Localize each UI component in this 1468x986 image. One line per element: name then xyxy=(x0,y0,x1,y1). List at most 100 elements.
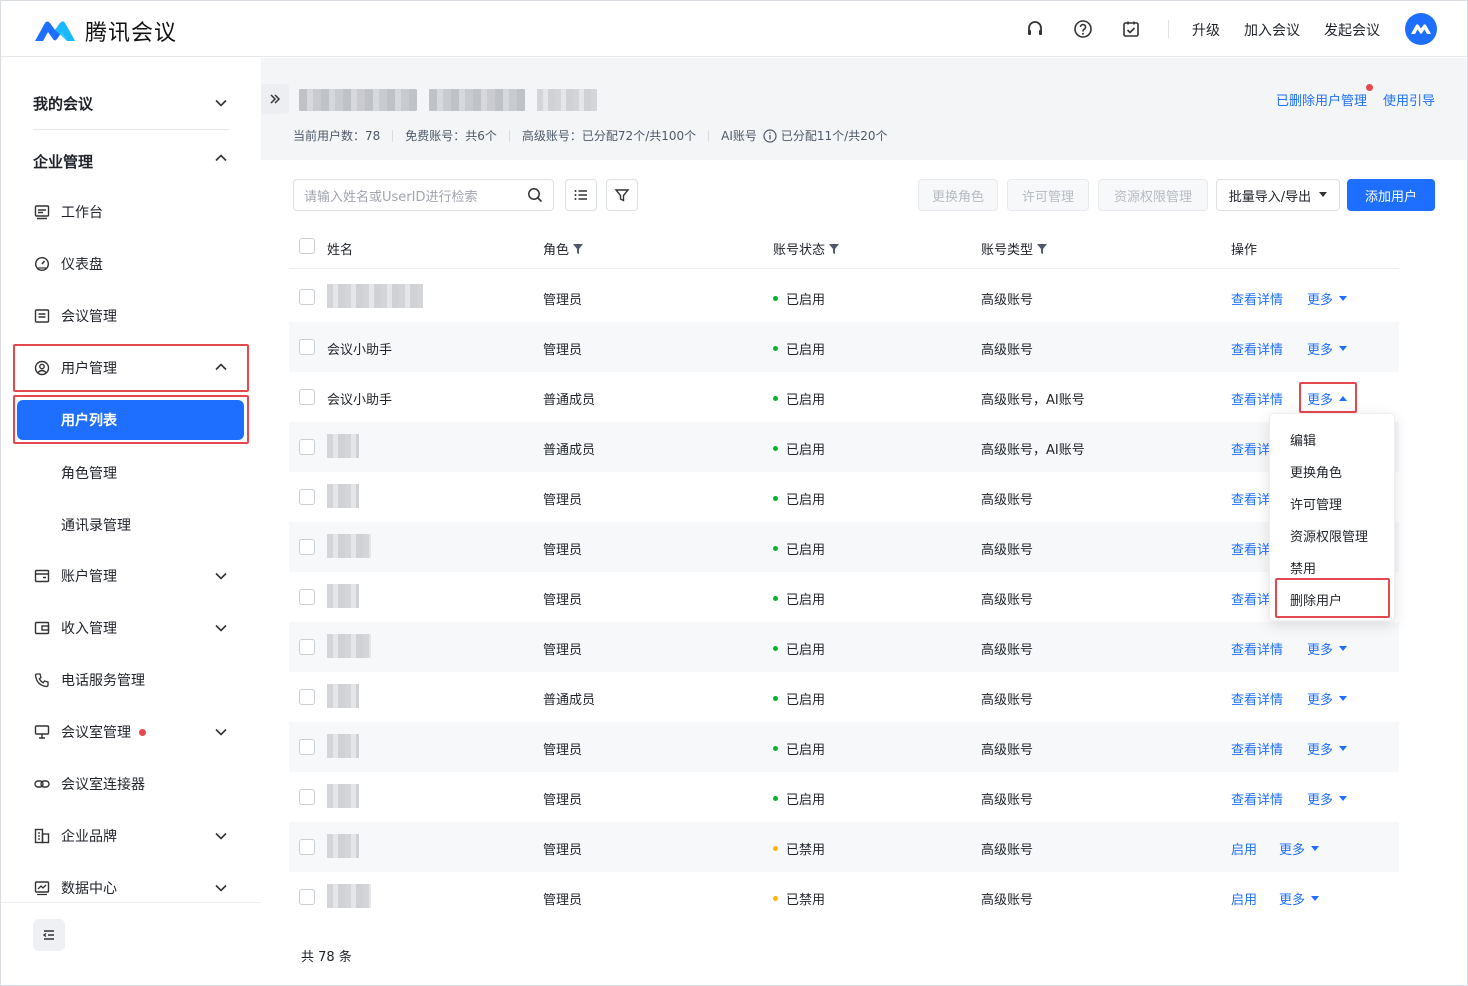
batch-import-export-button[interactable]: 批量导入/导出 xyxy=(1216,179,1340,211)
row-checkbox[interactable] xyxy=(299,439,315,455)
sidebar-item-meeting-management[interactable]: 会议管理 xyxy=(33,303,233,329)
table-row[interactable]: 管理员 已禁用 高级账号 启用 更多 xyxy=(289,822,1399,872)
more-button[interactable]: 更多 xyxy=(1307,739,1348,758)
search-input[interactable]: 请输入姓名或UserID进行检索 xyxy=(293,179,554,211)
row-checkbox[interactable] xyxy=(299,789,315,805)
view-details-link[interactable]: 查看详情 xyxy=(1231,639,1283,658)
more-button[interactable]: 更多 xyxy=(1279,889,1320,908)
chevron-down-icon[interactable] xyxy=(213,620,229,636)
view-details-link[interactable]: 查看详 xyxy=(1231,539,1270,558)
view-details-link[interactable]: 查看详 xyxy=(1231,439,1270,458)
sidebar-collapse-button[interactable] xyxy=(33,919,65,951)
sidebar-item-data-center[interactable]: 数据中心 xyxy=(33,875,233,901)
row-checkbox[interactable] xyxy=(299,639,315,655)
view-details-link[interactable]: 查看详情 xyxy=(1231,289,1283,308)
sidebar-item-account-management[interactable]: 账户管理 xyxy=(33,563,233,589)
more-button[interactable]: 更多 xyxy=(1279,839,1320,858)
info-icon[interactable] xyxy=(763,128,777,143)
view-details-link[interactable]: 查看详情 xyxy=(1231,739,1283,758)
expand-sidebar-button[interactable] xyxy=(261,84,289,114)
sidebar-item-dashboard[interactable]: 仪表盘 xyxy=(33,251,233,277)
upgrade-link[interactable]: 升级 xyxy=(1192,20,1220,40)
more-button[interactable]: 更多 xyxy=(1307,789,1348,808)
chevron-up-icon[interactable] xyxy=(213,150,229,166)
menu-item-edit[interactable]: 编辑 xyxy=(1290,430,1316,449)
sidebar-item-role-management[interactable]: 角色管理 xyxy=(61,463,117,483)
chevron-down-icon[interactable] xyxy=(213,568,229,584)
sidebar-item-room-connector[interactable]: 会议室连接器 xyxy=(33,771,233,797)
view-details-link[interactable]: 查看详情 xyxy=(1231,789,1283,808)
filter-button[interactable] xyxy=(606,179,638,211)
view-details-link[interactable]: 查看详情 xyxy=(1231,689,1283,708)
more-button[interactable]: 更多 xyxy=(1307,339,1348,358)
more-button[interactable]: 更多 xyxy=(1307,289,1348,308)
row-checkbox[interactable] xyxy=(299,589,315,605)
view-details-link[interactable]: 查看详情 xyxy=(1231,389,1283,408)
table-row[interactable]: 会议小助手 普通成员 已启用 高级账号，AI账号 查看详情 更多 xyxy=(289,372,1399,422)
table-row[interactable]: 管理员 已启用 高级账号 查看详 xyxy=(289,472,1399,522)
table-row[interactable]: 管理员 已启用 高级账号 查看详情 更多 xyxy=(289,722,1399,772)
column-role[interactable]: 角色 xyxy=(543,239,584,258)
app-logo[interactable]: 腾讯会议 xyxy=(33,15,177,47)
more-button[interactable]: 更多 xyxy=(1307,639,1348,658)
menu-item-resource-permission[interactable]: 资源权限管理 xyxy=(1290,526,1368,545)
table-row[interactable]: 管理员 已禁用 高级账号 启用 更多 xyxy=(289,872,1399,922)
filter-icon[interactable] xyxy=(829,243,840,254)
row-checkbox[interactable] xyxy=(299,739,315,755)
sidebar-item-enterprise-brand[interactable]: 企业品牌 xyxy=(33,823,233,849)
sidebar-item-contacts-management[interactable]: 通讯录管理 xyxy=(61,515,131,535)
chevron-down-icon[interactable] xyxy=(213,95,229,111)
search-icon[interactable] xyxy=(527,187,543,203)
change-role-button[interactable]: 更换角色 xyxy=(918,179,998,211)
table-row[interactable]: 管理员 已启用 高级账号 查看详 xyxy=(289,572,1399,622)
row-checkbox[interactable] xyxy=(299,839,315,855)
task-checklist-icon[interactable] xyxy=(1119,17,1143,41)
filter-icon[interactable] xyxy=(1037,243,1048,254)
table-row[interactable]: 管理员 已启用 高级账号 查看详情 更多 xyxy=(289,272,1399,322)
chevron-down-icon[interactable] xyxy=(213,724,229,740)
select-all-checkbox[interactable] xyxy=(299,238,315,254)
row-checkbox[interactable] xyxy=(299,489,315,505)
menu-item-license-management[interactable]: 许可管理 xyxy=(1290,494,1342,513)
table-row[interactable]: 管理员 已启用 高级账号 查看详 xyxy=(289,522,1399,572)
column-type[interactable]: 账号类型 xyxy=(981,239,1048,258)
headset-icon[interactable] xyxy=(1023,17,1047,41)
enable-link[interactable]: 启用 xyxy=(1231,889,1257,908)
license-management-button[interactable]: 许可管理 xyxy=(1007,179,1089,211)
avatar[interactable] xyxy=(1405,13,1437,45)
enable-link[interactable]: 启用 xyxy=(1231,839,1257,858)
resource-permission-button[interactable]: 资源权限管理 xyxy=(1098,179,1208,211)
table-row[interactable]: 普通成员 已启用 高级账号，AI账号 查看详 xyxy=(289,422,1399,472)
help-icon[interactable] xyxy=(1071,17,1095,41)
row-checkbox[interactable] xyxy=(299,289,315,305)
section-my-meetings[interactable]: 我的会议 xyxy=(33,93,93,114)
chevron-down-icon[interactable] xyxy=(213,880,229,896)
column-status[interactable]: 账号状态 xyxy=(773,239,840,258)
sidebar-item-room-management[interactable]: 会议室管理 xyxy=(33,719,233,745)
view-details-link[interactable]: 查看详 xyxy=(1231,589,1270,608)
more-button[interactable]: 更多 xyxy=(1307,689,1348,708)
sidebar-item-income-management[interactable]: 收入管理 xyxy=(33,615,233,641)
start-meeting-link[interactable]: 发起会议 xyxy=(1324,20,1380,40)
row-checkbox[interactable] xyxy=(299,339,315,355)
row-checkbox[interactable] xyxy=(299,889,315,905)
table-row[interactable]: 管理员 已启用 高级账号 查看详情 更多 xyxy=(289,622,1399,672)
view-details-link[interactable]: 查看详情 xyxy=(1231,339,1283,358)
deleted-users-link[interactable]: 已删除用户管理 xyxy=(1276,84,1373,109)
section-enterprise[interactable]: 企业管理 xyxy=(33,151,93,172)
row-checkbox[interactable] xyxy=(299,389,315,405)
join-meeting-link[interactable]: 加入会议 xyxy=(1244,20,1300,40)
row-checkbox[interactable] xyxy=(299,539,315,555)
chevron-down-icon[interactable] xyxy=(213,828,229,844)
table-row[interactable]: 普通成员 已启用 高级账号 查看详情 更多 xyxy=(289,672,1399,722)
table-row[interactable]: 管理员 已启用 高级账号 查看详情 更多 xyxy=(289,772,1399,822)
sidebar-item-workbench[interactable]: 工作台 xyxy=(33,199,233,225)
row-checkbox[interactable] xyxy=(299,689,315,705)
add-user-button[interactable]: 添加用户 xyxy=(1347,179,1435,211)
column-settings-button[interactable] xyxy=(565,179,597,211)
table-row[interactable]: 会议小助手 管理员 已启用 高级账号 查看详情 更多 xyxy=(289,322,1399,372)
sidebar-item-phone-service[interactable]: 电话服务管理 xyxy=(33,667,233,693)
view-details-link[interactable]: 查看详 xyxy=(1231,489,1270,508)
usage-guide-link[interactable]: 使用引导 xyxy=(1383,90,1435,109)
filter-icon[interactable] xyxy=(573,243,584,254)
